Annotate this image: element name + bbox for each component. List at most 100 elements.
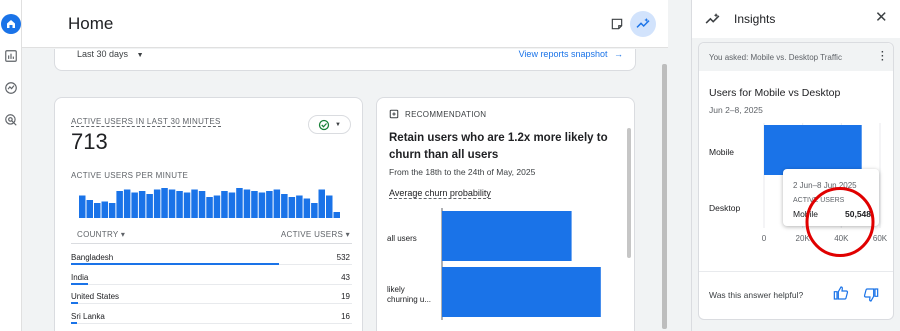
country-name: Bangladesh (71, 253, 114, 262)
minute-bar (326, 195, 333, 218)
active-users-per-minute-chart (79, 188, 340, 218)
country-table-header: COUNTRY ▾ ACTIVE USERS ▾ (71, 230, 352, 244)
row-share-bar (71, 302, 79, 304)
minute-bar (191, 189, 198, 218)
insights-toggle-button[interactable] (630, 11, 656, 37)
check-circle-icon (318, 119, 330, 130)
minute-bar (206, 197, 213, 218)
minute-bar (296, 195, 303, 218)
row-share-bar (71, 282, 88, 285)
country-users: 19 (341, 292, 350, 301)
table-row[interactable]: India 43 (71, 272, 352, 285)
asked-question: You asked: Mobile vs. Desktop Traffic (709, 53, 842, 62)
minute-bar (273, 189, 281, 218)
minute-bar (221, 191, 228, 218)
plus-box-icon (389, 109, 399, 119)
country-name: United States (71, 292, 120, 301)
minute-bar (168, 189, 176, 218)
minute-bar (146, 194, 153, 218)
table-row[interactable]: Bangladesh 532 (71, 253, 352, 265)
insights-panel: Insights ✕ You asked: Mobile vs. Desktop… (691, 0, 900, 331)
table-row[interactable]: United States 19 (71, 292, 352, 304)
row-divider (71, 303, 352, 304)
active-users-column-label: ACTIVE USERS (280, 230, 344, 239)
divider (699, 271, 893, 272)
red-circle-annotation (805, 187, 875, 257)
country-users: 16 (341, 311, 350, 321)
minute-bar (131, 192, 138, 218)
churn-chart-title: Average churn probability (389, 188, 491, 199)
home-nav-button[interactable] (0, 12, 22, 36)
churn-bar (442, 267, 601, 317)
left-navigation (0, 0, 22, 331)
realtime-heading: ACTIVE USERS IN LAST 30 MINUTES (71, 117, 221, 127)
date-range-selector[interactable]: Last 30 days ▼ (77, 49, 144, 59)
category-label: Desktop (709, 203, 740, 213)
active-users-column-header[interactable]: ACTIVE USERS ▾ (281, 230, 350, 239)
minute-bar (153, 189, 161, 218)
explore-icon (5, 82, 17, 94)
row-divider (71, 322, 352, 324)
note-icon (611, 18, 623, 30)
minute-bar (116, 191, 123, 218)
chevron-down-icon: ▼ (136, 52, 144, 59)
reports-nav-button[interactable] (0, 44, 22, 68)
advertising-nav-button[interactable] (0, 108, 22, 132)
insights-icon (636, 18, 650, 28)
insights-header: Insights ✕ (692, 0, 900, 38)
insight-chart-date: Jun 2–8, 2025 (709, 105, 763, 115)
thumbs-down-button[interactable] (863, 287, 879, 308)
chevron-down-icon: ▼ (335, 121, 341, 128)
minute-bar (236, 188, 243, 218)
minute-bar (303, 198, 311, 218)
country-column-label: COUNTRY (77, 230, 119, 239)
minute-bar (288, 197, 296, 218)
top-header: Home (22, 0, 668, 48)
row-share-bar (71, 263, 279, 265)
notes-button[interactable] (604, 11, 630, 37)
minute-bar (86, 200, 93, 218)
table-row[interactable]: Sri Lanka 16 (71, 311, 352, 324)
page-title: Home (68, 14, 114, 33)
country-name: Sri Lanka (71, 311, 105, 321)
status-check-button[interactable]: ▼ (308, 115, 351, 134)
recommendation-subtitle: From the 18th to the 24th of May, 2025 (389, 167, 536, 177)
view-reports-snapshot-link[interactable]: View reports snapshot → (519, 49, 623, 59)
recommendation-title: Retain users who are 1.2x more likely to… (389, 132, 608, 161)
minute-bar (176, 191, 183, 218)
main-content: Last 30 days ▼ View reports snapshot → A… (22, 49, 668, 331)
country-column-header[interactable]: COUNTRY ▾ (77, 230, 125, 239)
question-bar: You asked: Mobile vs. Desktop Traffic · ·… (699, 43, 893, 71)
realtime-card: ACTIVE USERS IN LAST 30 MINUTES 713 ▼ AC… (54, 97, 363, 331)
minute-bar (79, 195, 86, 218)
close-button[interactable]: ✕ (875, 8, 888, 26)
explore-nav-button[interactable] (0, 76, 22, 100)
thumbs-down-icon (863, 288, 879, 302)
home-icon (1, 14, 21, 34)
helpful-question: Was this answer helpful? (709, 290, 804, 300)
minute-bar (311, 203, 318, 218)
minute-bar (94, 203, 101, 218)
x-tick-label: 0 (762, 234, 767, 243)
country-users: 532 (336, 253, 350, 262)
device-bar (764, 125, 862, 175)
minute-bar (228, 192, 236, 218)
snapshot-card: Last 30 days ▼ View reports snapshot → (54, 49, 636, 71)
country-name: India (71, 272, 89, 282)
card-scrollbar[interactable] (627, 128, 631, 258)
category-label: all users (387, 234, 417, 243)
minute-bar (138, 191, 146, 218)
category-label: Mobile (709, 147, 734, 157)
more-options-button[interactable]: · · · (881, 48, 884, 66)
minute-bar (123, 189, 131, 218)
minute-bar (198, 191, 206, 218)
recommendation-card: RECOMMENDATION Retain users who are 1.2x… (376, 97, 635, 331)
thumbs-up-icon (833, 286, 849, 300)
minute-bar (258, 192, 266, 218)
recommendation-label: RECOMMENDATION (405, 109, 487, 119)
thumbs-up-button[interactable] (833, 285, 849, 306)
main-scrollbar[interactable] (662, 64, 667, 329)
minute-bar (281, 194, 288, 218)
row-divider (71, 283, 352, 285)
insight-chart-title: Users for Mobile vs Desktop (709, 87, 841, 99)
